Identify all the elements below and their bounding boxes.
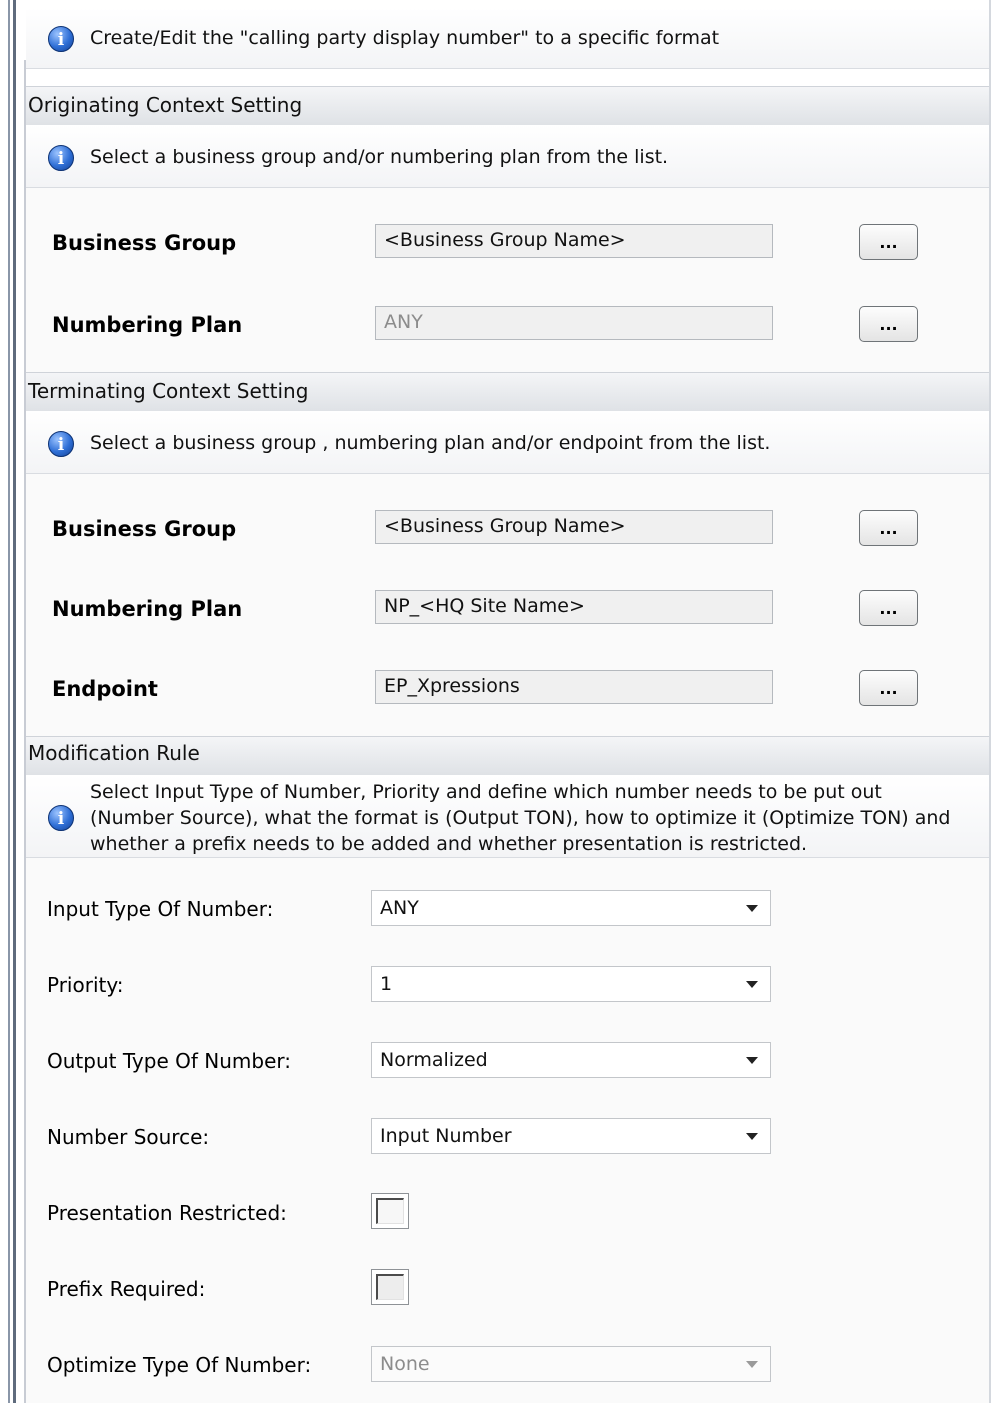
priority-label: Priority: xyxy=(47,973,124,997)
chevron-down-icon[interactable] xyxy=(746,1133,758,1140)
terminating-info-bar: i Select a business group , numbering pl… xyxy=(26,411,989,474)
window-left-border xyxy=(13,0,16,1403)
chevron-down-icon[interactable] xyxy=(746,1057,758,1064)
terminating-business-group-browse-button[interactable]: ... xyxy=(859,510,918,546)
terminating-numbering-plan-browse-button[interactable]: ... xyxy=(859,590,918,626)
input-ton-value: ANY xyxy=(380,897,419,919)
priority-value: 1 xyxy=(380,973,393,995)
info-icon: i xyxy=(48,26,74,52)
terminating-form: Business Group <Business Group Name> ...… xyxy=(26,474,989,736)
originating-business-group-field[interactable]: <Business Group Name> xyxy=(375,224,773,258)
terminating-endpoint-label: Endpoint xyxy=(52,677,158,701)
optimize-ton-select[interactable]: None xyxy=(371,1346,771,1382)
terminating-section-header: Terminating Context Setting xyxy=(26,372,989,412)
originating-info-bar: i Select a business group and/or numberi… xyxy=(26,125,989,188)
input-ton-label: Input Type Of Number: xyxy=(47,897,274,921)
originating-info-text: Select a business group and/or numbering… xyxy=(90,146,669,168)
originating-section-title: Originating Context Setting xyxy=(28,93,303,117)
number-source-value: Input Number xyxy=(380,1125,512,1147)
terminating-section-title: Terminating Context Setting xyxy=(28,379,309,403)
chevron-down-icon[interactable] xyxy=(746,905,758,912)
modification-info-text: Select Input Type of Number, Priority an… xyxy=(90,781,951,855)
output-ton-value: Normalized xyxy=(380,1049,488,1071)
terminating-info-text: Select a business group , numbering plan… xyxy=(90,432,771,454)
originating-business-group-label: Business Group xyxy=(52,231,237,255)
originating-business-group-browse-button[interactable]: ... xyxy=(859,224,918,260)
checkbox-inner xyxy=(376,1198,404,1224)
header-info-text: Create/Edit the "calling party display n… xyxy=(90,27,720,49)
originating-numbering-plan-browse-button[interactable]: ... xyxy=(859,306,918,342)
output-ton-select[interactable]: Normalized xyxy=(371,1042,771,1078)
modification-info-bar: i Select Input Type of Number, Priority … xyxy=(26,775,989,858)
checkbox-inner xyxy=(376,1274,404,1300)
output-ton-label: Output Type Of Number: xyxy=(47,1049,291,1073)
terminating-business-group-label: Business Group xyxy=(52,517,237,541)
number-source-label: Number Source: xyxy=(47,1125,210,1149)
terminating-numbering-plan-label: Numbering Plan xyxy=(52,597,243,621)
optimize-ton-value: None xyxy=(380,1353,430,1375)
header-info-bar: i Create/Edit the "calling party display… xyxy=(26,8,989,69)
terminating-business-group-field[interactable]: <Business Group Name> xyxy=(375,510,773,544)
originating-section-header: Originating Context Setting xyxy=(26,86,989,126)
optimize-ton-label: Optimize Type Of Number: xyxy=(47,1353,312,1377)
calling-party-display-number-form: i Create/Edit the "calling party display… xyxy=(0,0,997,1403)
info-icon: i xyxy=(48,431,74,457)
modification-section-header: Modification Rule xyxy=(26,736,989,776)
chevron-down-icon[interactable] xyxy=(746,981,758,988)
originating-form: Business Group <Business Group Name> ...… xyxy=(26,188,989,372)
modification-section-title: Modification Rule xyxy=(28,741,200,765)
prefix-required-label: Prefix Required: xyxy=(47,1277,206,1301)
priority-select[interactable]: 1 xyxy=(371,966,771,1002)
input-ton-select[interactable]: ANY xyxy=(371,890,771,926)
presentation-restricted-label: Presentation Restricted: xyxy=(47,1201,287,1225)
modification-form: Input Type Of Number: ANY Priority: 1 Ou… xyxy=(26,858,989,1403)
panel-right-border xyxy=(989,0,991,1403)
info-icon: i xyxy=(48,805,74,831)
prefix-required-checkbox[interactable] xyxy=(371,1269,409,1305)
presentation-restricted-checkbox[interactable] xyxy=(371,1193,409,1229)
number-source-select[interactable]: Input Number xyxy=(371,1118,771,1154)
info-icon: i xyxy=(48,145,74,171)
originating-numbering-plan-label: Numbering Plan xyxy=(52,313,243,337)
terminating-endpoint-browse-button[interactable]: ... xyxy=(859,670,918,706)
terminating-endpoint-field[interactable]: EP_Xpressions xyxy=(375,670,773,704)
originating-numbering-plan-field[interactable]: ANY xyxy=(375,306,773,340)
chevron-down-icon[interactable] xyxy=(746,1361,758,1368)
terminating-numbering-plan-field[interactable]: NP_<HQ Site Name> xyxy=(375,590,773,624)
window-left-edge xyxy=(8,0,10,1403)
